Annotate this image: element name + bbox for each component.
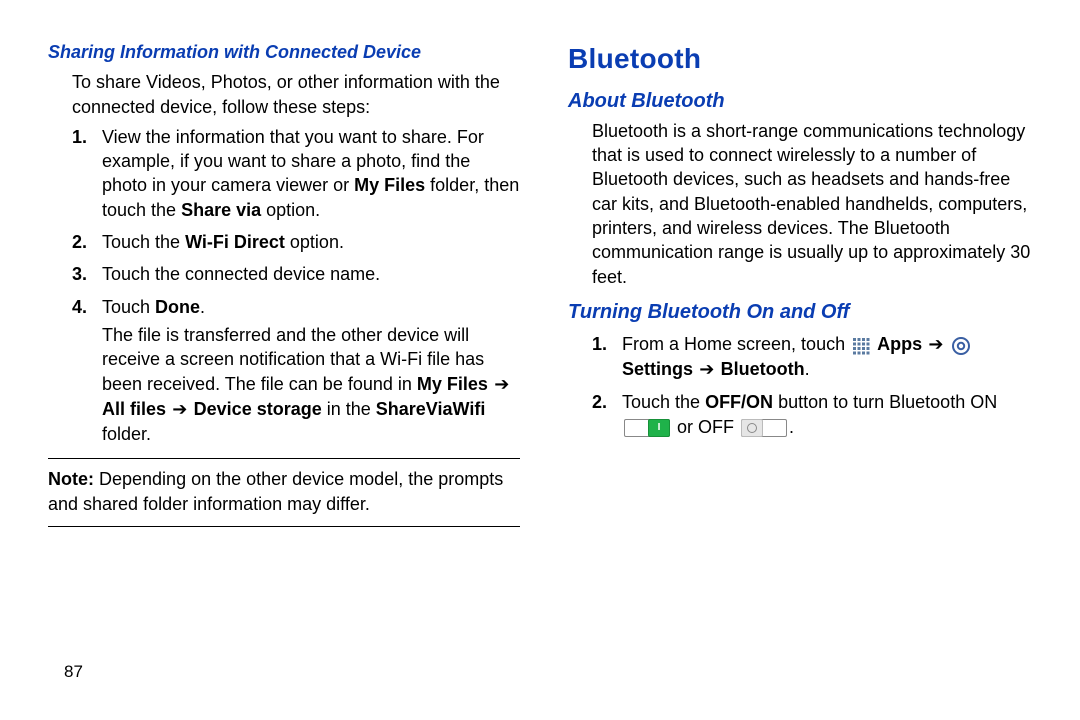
arrow-icon: ➔ <box>693 359 721 380</box>
arrow-icon: ➔ <box>166 399 194 420</box>
about-bluetooth-text: Bluetooth is a short-range communication… <box>592 119 1040 289</box>
step-number: 4. <box>72 295 87 319</box>
text-fragment: From a Home screen, touch <box>622 334 850 354</box>
text-fragment: . <box>789 417 794 437</box>
step-number: 2. <box>592 390 607 414</box>
note-label: Note: <box>48 469 94 489</box>
text-fragment: in the <box>322 399 376 419</box>
bold-wifi-direct: Wi-Fi Direct <box>185 232 285 252</box>
text-fragment: Touch the <box>622 392 705 412</box>
step-text: Touch Done. <box>102 297 205 317</box>
step-4-result: The file is transferred and the other de… <box>102 323 520 446</box>
left-step-2: 2. Touch the Wi-Fi Direct option. <box>48 230 520 254</box>
bold-off-on: OFF/ON <box>705 392 773 412</box>
bold-my-files-2: My Files <box>417 374 488 394</box>
right-steps-list: 1. From a Home screen, touch Apps ➔ Sett… <box>568 332 1040 439</box>
step-number: 2. <box>72 230 87 254</box>
heading-sharing: Sharing Information with Connected Devic… <box>48 40 520 64</box>
right-step-1: 1. From a Home screen, touch Apps ➔ Sett… <box>568 332 1040 383</box>
left-steps-list: 1. View the information that you want to… <box>48 125 520 447</box>
bold-all-files: All files <box>102 399 166 419</box>
bold-my-files: My Files <box>354 175 425 195</box>
step-text: Touch the OFF/ON button to turn Bluetoot… <box>622 392 997 436</box>
settings-gear-icon <box>952 337 970 355</box>
bold-share-via: Share via <box>181 200 261 220</box>
arrow-icon: ➔ <box>922 334 950 355</box>
bold-bluetooth: Bluetooth <box>721 359 805 379</box>
text-fragment: . <box>805 359 810 379</box>
step-text: View the information that you want to sh… <box>102 127 519 220</box>
step-text: Touch the connected device name. <box>102 264 380 284</box>
step-number: 1. <box>72 125 87 149</box>
bold-settings: Settings <box>622 359 693 379</box>
text-fragment: . <box>200 297 205 317</box>
text-fragment: Touch <box>102 297 155 317</box>
toggle-on-icon: I <box>624 419 670 437</box>
heading-turning-bluetooth: Turning Bluetooth On and Off <box>568 299 1040 326</box>
left-step-4: 4. Touch Done. The file is transferred a… <box>48 295 520 447</box>
heading-about-bluetooth: About Bluetooth <box>568 88 1040 115</box>
bold-apps: Apps <box>877 334 922 354</box>
text-fragment: folder. <box>102 424 151 444</box>
text-fragment: or OFF <box>672 417 739 437</box>
note-text: Depending on the other device model, the… <box>48 469 503 513</box>
step-number: 3. <box>72 262 87 286</box>
step-text: From a Home screen, touch Apps ➔ Setting… <box>622 334 972 379</box>
text-fragment: Touch the <box>102 232 185 252</box>
right-step-2: 2. Touch the OFF/ON button to turn Bluet… <box>568 390 1040 439</box>
step-number: 1. <box>592 332 607 356</box>
bold-device-storage: Device storage <box>194 399 322 419</box>
page-number: 87 <box>64 661 83 684</box>
left-step-3: 3. Touch the connected device name. <box>48 262 520 286</box>
intro-paragraph: To share Videos, Photos, or other inform… <box>72 70 520 119</box>
bold-shareviawifi: ShareViaWifi <box>376 399 486 419</box>
apps-grid-icon <box>852 337 870 355</box>
note-block: Note: Depending on the other device mode… <box>48 458 520 527</box>
toggle-off-icon <box>741 419 787 437</box>
heading-bluetooth: Bluetooth <box>568 40 1040 78</box>
text-fragment: option. <box>285 232 344 252</box>
text-fragment: button to turn Bluetooth ON <box>773 392 997 412</box>
arrow-icon: ➔ <box>488 374 509 395</box>
step-text: Touch the Wi-Fi Direct option. <box>102 232 344 252</box>
left-step-1: 1. View the information that you want to… <box>48 125 520 222</box>
bold-done: Done <box>155 297 200 317</box>
text-fragment: option. <box>261 200 320 220</box>
